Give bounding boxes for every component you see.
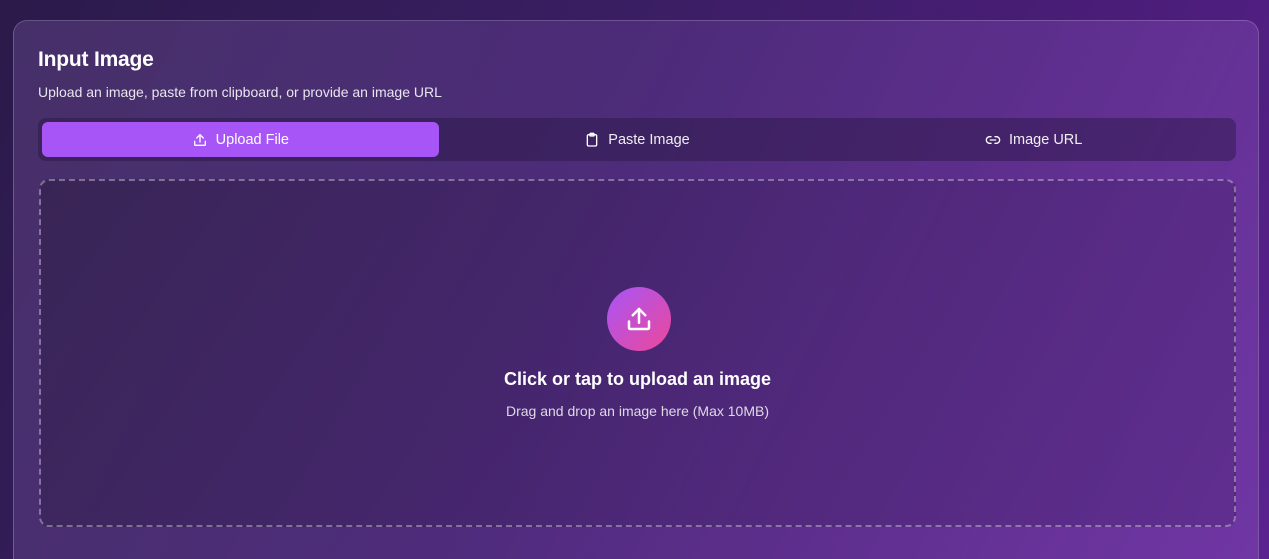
link-icon: [985, 132, 1001, 148]
tab-paste-image[interactable]: Paste Image: [439, 122, 836, 157]
dropzone-subtitle: Drag and drop an image here (Max 10MB): [505, 403, 770, 419]
tab-label: Image URL: [1009, 131, 1083, 148]
upload-button-circle[interactable]: [607, 287, 671, 351]
input-mode-tabs: Upload File Paste Image Image URL: [38, 118, 1236, 161]
card-subtitle: Upload an image, paste from clipboard, o…: [38, 84, 442, 100]
card-title: Input Image: [38, 48, 154, 71]
clipboard-icon: [584, 132, 600, 148]
tab-label: Upload File: [215, 131, 289, 148]
upload-icon: [624, 304, 654, 334]
dropzone-title: Click or tap to upload an image: [503, 369, 772, 389]
upload-icon: [192, 132, 208, 148]
tab-image-url[interactable]: Image URL: [835, 122, 1232, 157]
upload-dropzone[interactable]: Click or tap to upload an image Drag and…: [39, 179, 1236, 527]
input-image-card: Input Image Upload an image, paste from …: [13, 20, 1259, 559]
tab-label: Paste Image: [608, 131, 690, 148]
tab-upload-file[interactable]: Upload File: [42, 122, 439, 157]
